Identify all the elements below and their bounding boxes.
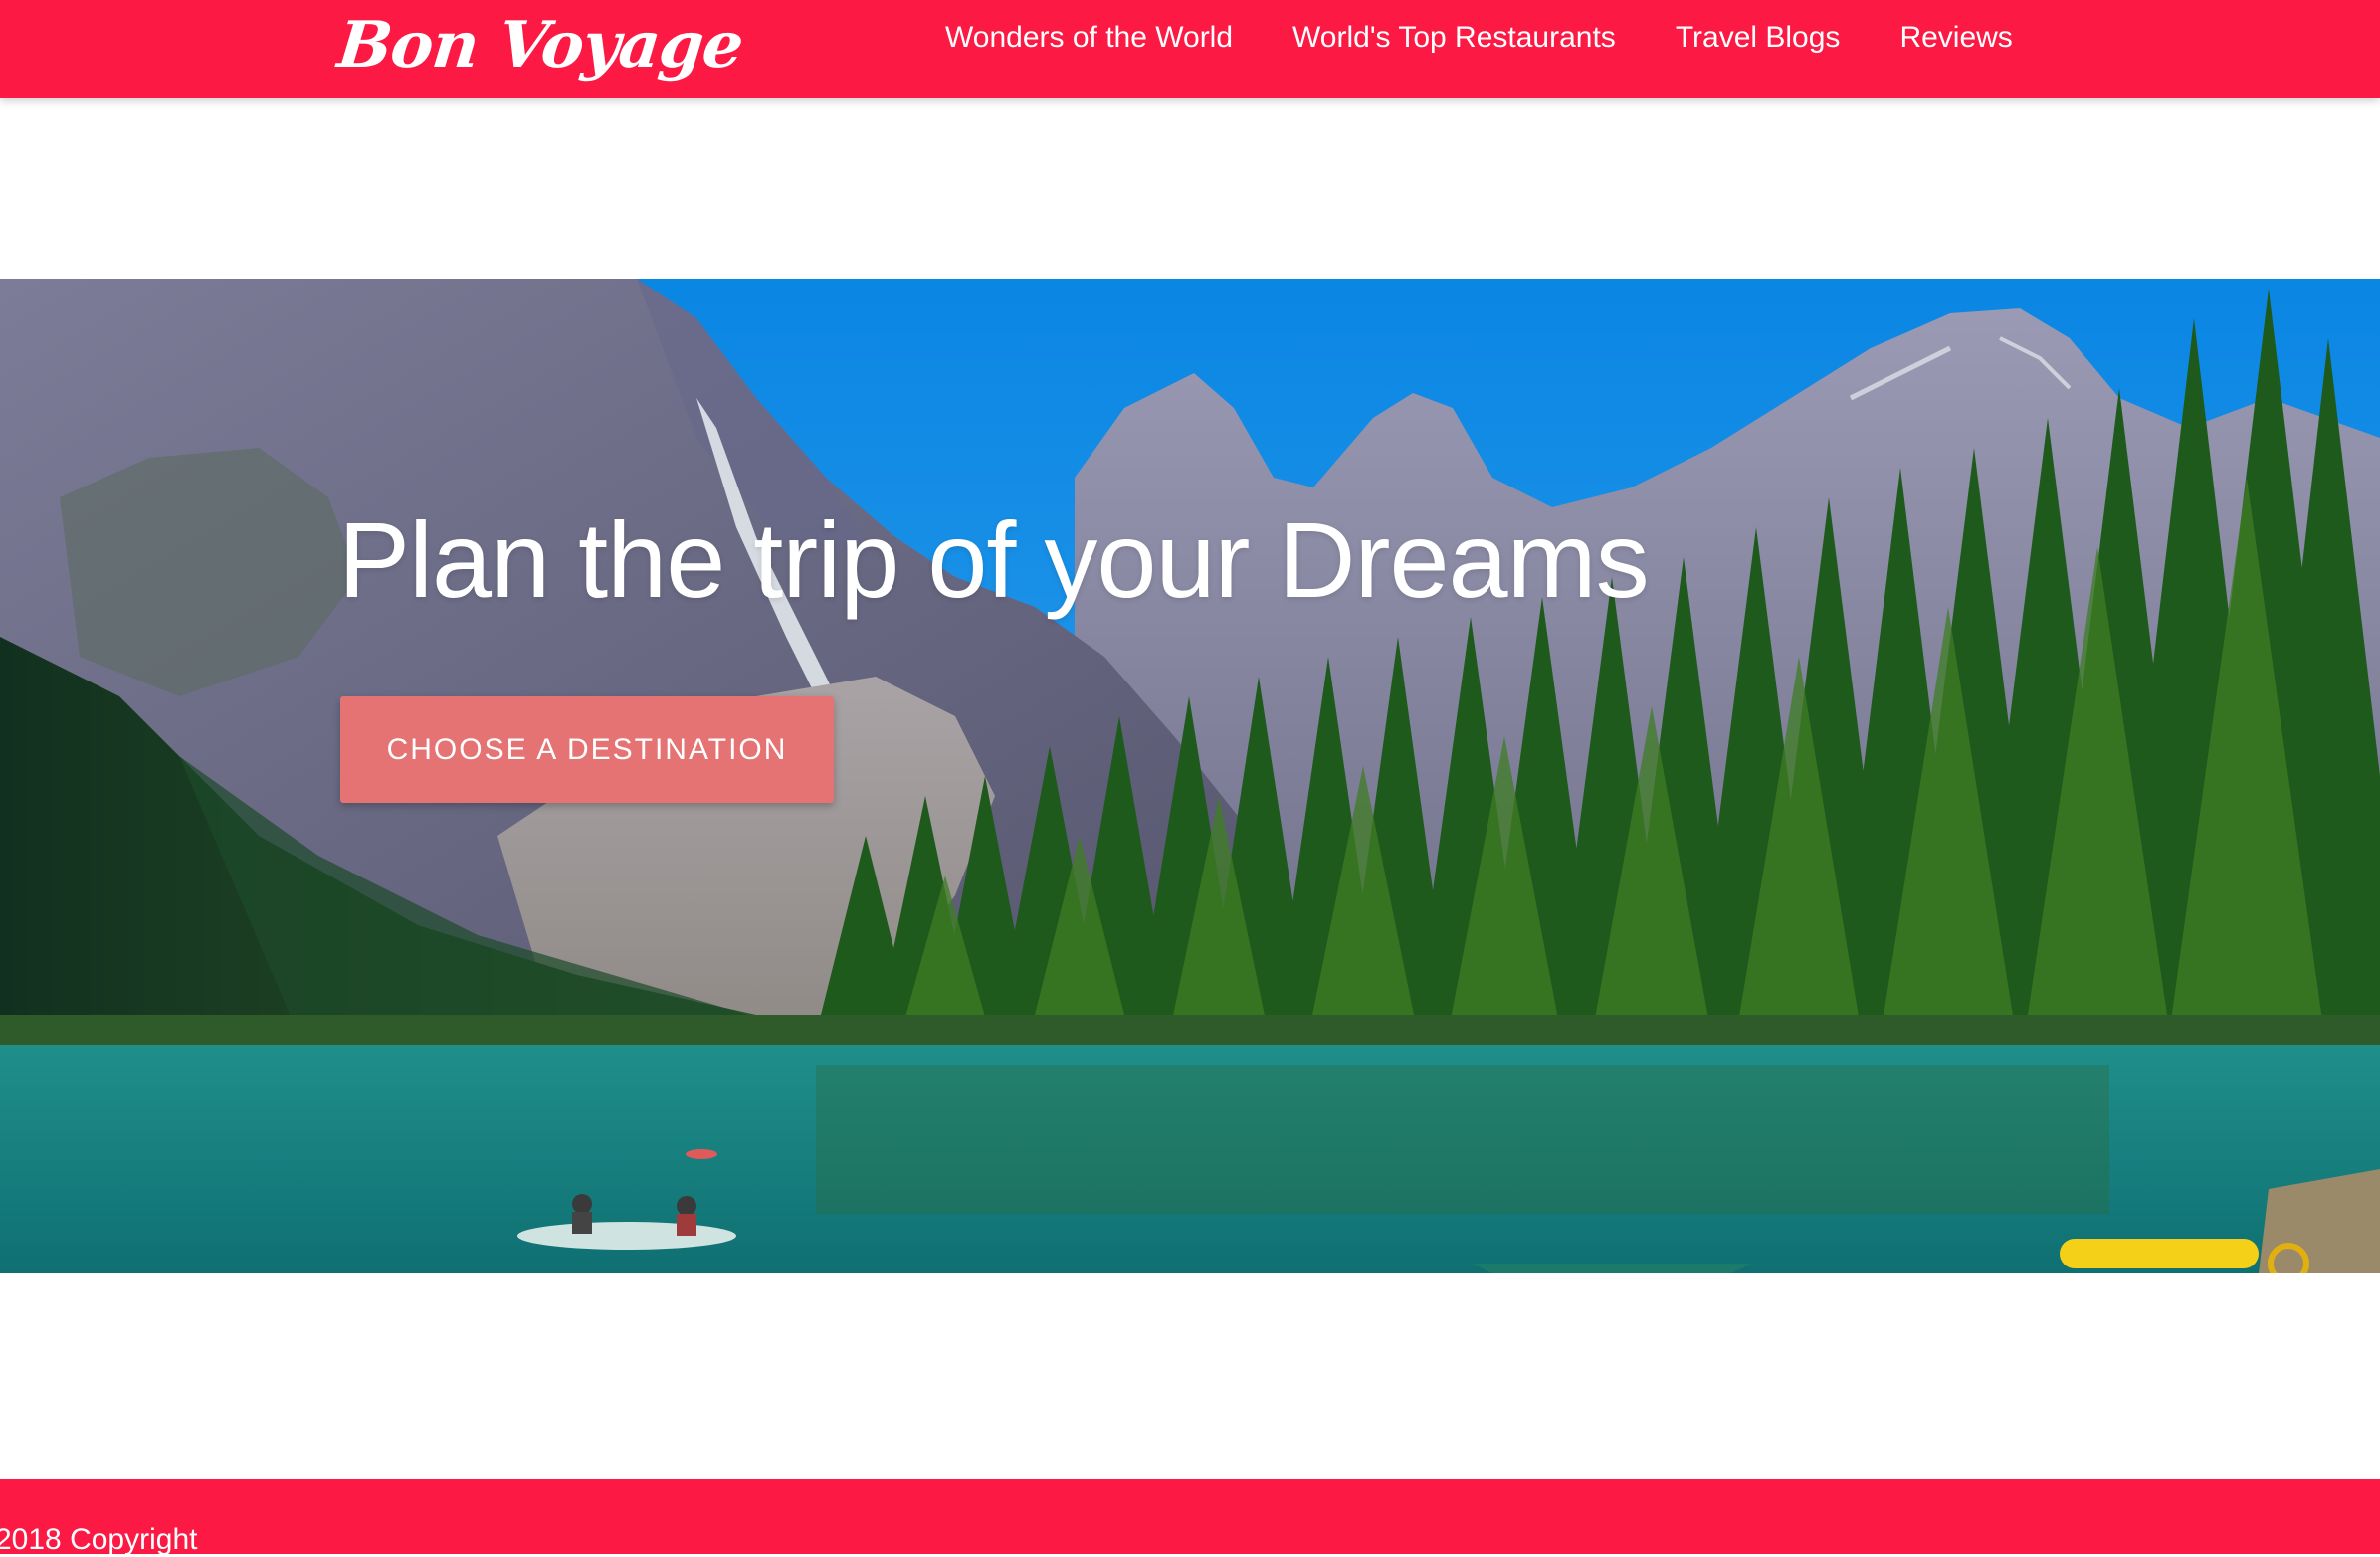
nav-link-top-restaurants[interactable]: World's Top Restaurants	[1292, 21, 1616, 55]
nav-link-travel-blogs[interactable]: Travel Blogs	[1676, 21, 1841, 55]
hero-section: Plan the trip of your Dreams CHOOSE A DE…	[0, 279, 2380, 1273]
nav-link-reviews[interactable]: Reviews	[1899, 21, 2012, 55]
navbar: Bon Voyage Wonders of the World World's …	[0, 0, 2380, 98]
nav-links: Wonders of the World World's Top Restaur…	[945, 0, 2013, 76]
copyright-text: 2018 Copyright	[0, 1523, 198, 1556]
brand-logo[interactable]: Bon Voyage	[333, 0, 747, 90]
choose-destination-button[interactable]: CHOOSE A DESTINATION	[340, 696, 834, 803]
nav-link-wonders-of-the-world[interactable]: Wonders of the World	[945, 21, 1233, 55]
hero-title: Plan the trip of your Dreams	[338, 499, 1650, 620]
footer: 2018 Copyright	[0, 1479, 2380, 1556]
